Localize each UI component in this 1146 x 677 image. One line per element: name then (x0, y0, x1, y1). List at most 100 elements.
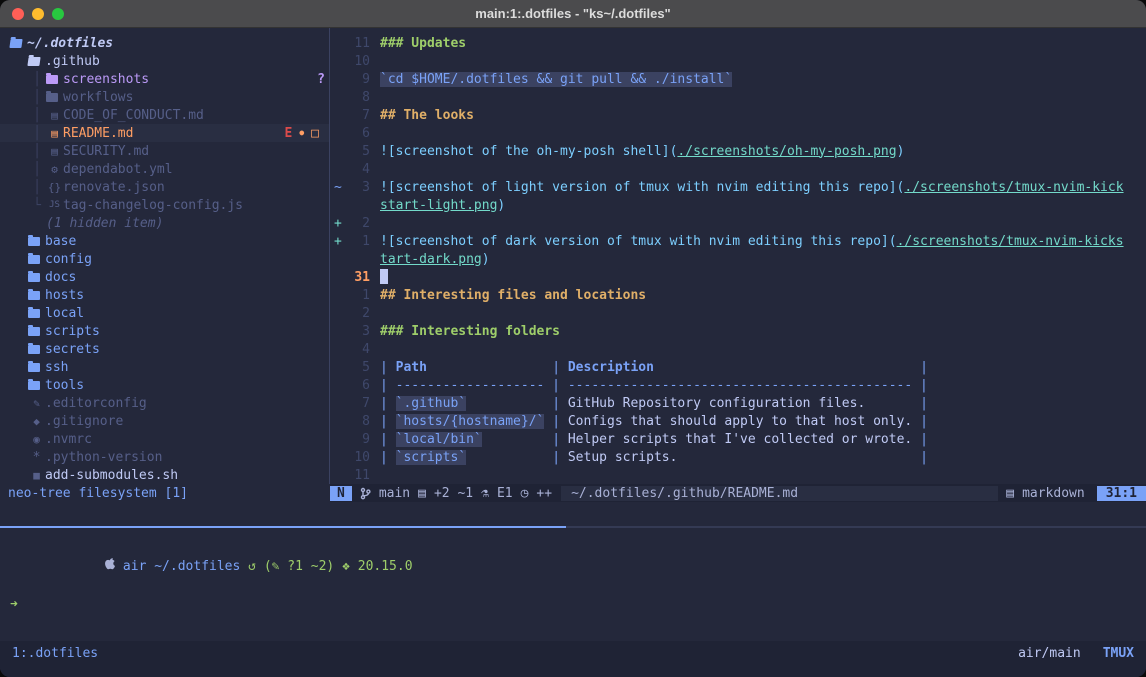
tree-item[interactable]: ✎.editorconfig (0, 394, 329, 412)
status-marker: ● (299, 129, 304, 137)
line-text: tart-dark.png) (380, 252, 490, 267)
tree-item-label: dependabot.yml (63, 162, 173, 177)
status-marker: □ (311, 127, 319, 140)
tree-item-label: tag-changelog-config.js (63, 198, 243, 213)
tree-item-label: scripts (45, 324, 100, 339)
editor-line[interactable]: 10 (330, 52, 1146, 70)
editor-line[interactable]: 10| `scripts` | Setup scripts. | (330, 448, 1146, 466)
editor-line[interactable]: 9`cd $HOME/.dotfiles && git pull && ./in… (330, 70, 1146, 88)
editor-line[interactable]: 7| `.github` | GitHub Repository configu… (330, 394, 1146, 412)
tree-item-label: hosts (45, 288, 84, 303)
editor-line[interactable]: 11### Updates (330, 34, 1146, 52)
line-number: 6 (344, 126, 370, 141)
tree-item[interactable]: scripts (0, 322, 329, 340)
tree-item[interactable]: │screenshots? (0, 70, 329, 88)
tree-item[interactable]: ◉.nvmrc (0, 430, 329, 448)
tree-item[interactable]: ◆.gitignore (0, 412, 329, 430)
tree-item[interactable]: config (0, 250, 329, 268)
tree-item[interactable]: ■add-submodules.sh (0, 466, 329, 484)
tree-item[interactable]: local (0, 304, 329, 322)
editor-line[interactable]: tart-dark.png) (330, 250, 1146, 268)
editor-line[interactable]: 6| ------------------- | ---------------… (330, 376, 1146, 394)
tree-item[interactable]: hosts (0, 286, 329, 304)
tree-item-label: .gitignore (45, 414, 123, 429)
tree-item[interactable]: tools (0, 376, 329, 394)
terminal-window: main:1:.dotfiles - "ks~/.dotfiles" ~/.do… (0, 0, 1146, 677)
cursor-block (380, 269, 388, 284)
tree-item[interactable]: (1 hidden item) (0, 214, 329, 232)
editor-line[interactable]: 4 (330, 340, 1146, 358)
editor-line[interactable]: 4 (330, 160, 1146, 178)
tree-item[interactable]: └JStag-changelog-config.js (0, 196, 329, 214)
pending-updates: ++ (536, 486, 552, 501)
syntax-segment: | ------------------- | ----------------… (380, 378, 928, 393)
cursor-position: 31:1 (1097, 486, 1146, 501)
editor-line[interactable]: 8| `hosts/{hostname}/` | Configs that sh… (330, 412, 1146, 430)
line-number: 3 (344, 180, 370, 195)
file-path: ~/.dotfiles/.github/README.md (561, 486, 998, 501)
editor-line[interactable]: +2 (330, 214, 1146, 232)
square-icon: ■ (28, 470, 45, 481)
tree-item-label: base (45, 234, 76, 249)
line-number: 1 (344, 234, 370, 249)
tree-item[interactable]: │⚙dependabot.yml (0, 160, 329, 178)
status-marker: E (285, 127, 293, 140)
tree-item[interactable]: │▤SECURITY.md (0, 142, 329, 160)
close-button[interactable] (12, 8, 24, 20)
node-icon: ❖ (342, 557, 350, 576)
editor-line[interactable]: ~3![screenshot of light version of tmux … (330, 178, 1146, 196)
editor-line[interactable]: 5| Path | Description | (330, 358, 1146, 376)
tree-item[interactable]: docs (0, 268, 329, 286)
tree-item-label: local (45, 306, 84, 321)
minimize-button[interactable] (32, 8, 44, 20)
asterisk-icon: * (28, 451, 45, 464)
folder-icon (28, 363, 40, 372)
tree-item[interactable]: base (0, 232, 329, 250)
syntax-segment: | (552, 414, 568, 429)
gitsigns-sign: + (330, 216, 344, 231)
tree-item[interactable]: │▤README.mdE●□ (0, 124, 329, 142)
markdown-icon: ▤ (1006, 486, 1014, 501)
line-number: 5 (344, 360, 370, 375)
circle-icon: ◉ (28, 434, 45, 445)
editor-line[interactable]: 7## The looks (330, 106, 1146, 124)
tree-item[interactable]: ~/.dotfiles (0, 34, 329, 52)
editor-line[interactable]: 11 (330, 466, 1146, 484)
tree-item-label: .nvmrc (45, 432, 92, 447)
prompt-caret-line[interactable]: ➜ (10, 595, 1146, 614)
folder-open-icon (27, 57, 40, 66)
tree-indent-guide: │ (0, 108, 46, 123)
flask-icon: ⚗ (481, 486, 489, 501)
mode-indicator: N (330, 486, 352, 501)
editor-line[interactable]: 1## Interesting files and locations (330, 286, 1146, 304)
tree-item[interactable]: *.python-version (0, 448, 329, 466)
syntax-segment: Setup scripts. (568, 450, 678, 465)
zoom-button[interactable] (52, 8, 64, 20)
tree-item[interactable]: secrets (0, 340, 329, 358)
syntax-segment: tart-dark.png (380, 252, 482, 267)
line-text: ## The looks (380, 108, 474, 123)
tree-item[interactable]: │{}renovate.json (0, 178, 329, 196)
tree-item[interactable]: │workflows (0, 88, 329, 106)
editor-line[interactable]: start-light.png) (330, 196, 1146, 214)
editor-line[interactable]: 8 (330, 88, 1146, 106)
shell-pane[interactable]: air ~/.dotfiles ↺ (✎ ?1 ~2) ❖ 20.15.0 ➜ … (0, 528, 1146, 677)
folder-icon (28, 381, 40, 390)
tree-item[interactable]: │▤CODE_OF_CONDUCT.md (0, 106, 329, 124)
editor-line[interactable]: 2 (330, 304, 1146, 322)
tmux-window-tab[interactable]: 1:.dotfiles (12, 646, 98, 661)
editor-line[interactable]: 9| `local/bin` | Helper scripts that I'v… (330, 430, 1146, 448)
editor-line[interactable]: +1![screenshot of dark version of tmux w… (330, 232, 1146, 250)
editor-line[interactable]: 5![screenshot of the oh-my-posh shell](.… (330, 142, 1146, 160)
editor-line[interactable]: 31 (330, 268, 1146, 286)
diagnostics-count: E1 (497, 486, 513, 501)
tree-indent-guide: │ (0, 126, 46, 141)
tree-item[interactable]: ssh (0, 358, 329, 376)
editor-line[interactable]: 6 (330, 124, 1146, 142)
editor-line[interactable]: 3### Interesting folders (330, 322, 1146, 340)
line-text: | `.github` | GitHub Repository configur… (380, 396, 928, 411)
syntax-segment: ./screenshots/tmux-nvim-kick (904, 180, 1123, 195)
tree-item[interactable]: .github (0, 52, 329, 70)
tree-indent-guide: └ (0, 198, 46, 213)
statusline-main: N main ▤ +2 ~1 ⚗ E1 ◷ ++ ~/.dotfiles/.gi… (330, 484, 1146, 502)
